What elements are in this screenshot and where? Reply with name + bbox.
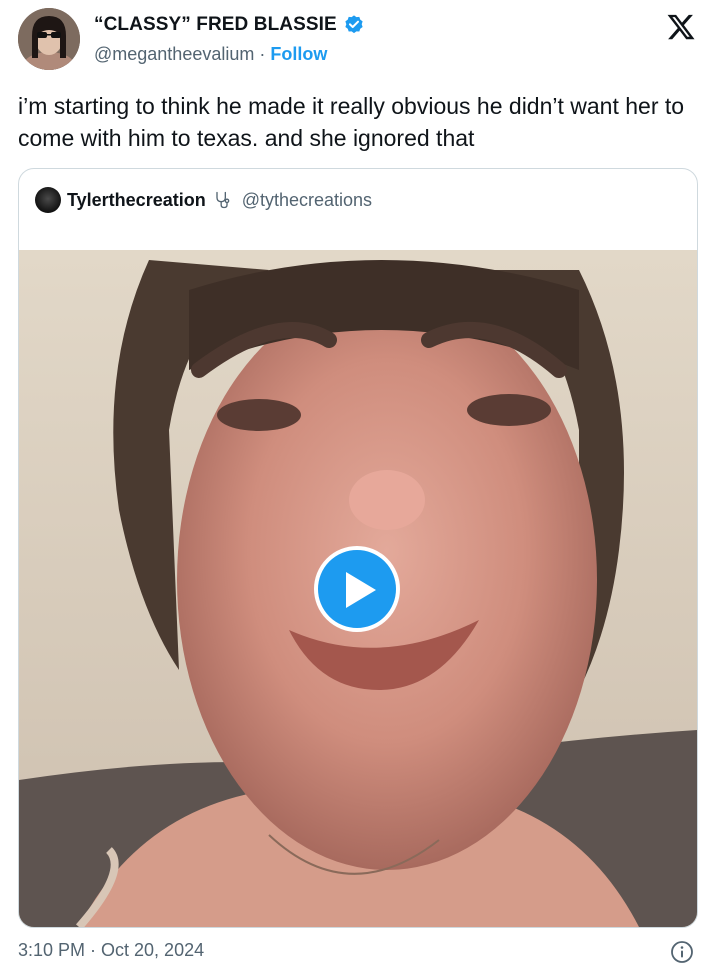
tweet-timestamp[interactable]: 3:10 PM · Oct 20, 2024 (18, 940, 204, 961)
author-handle[interactable]: @megantheevalium (94, 44, 254, 64)
author-display-name[interactable]: “CLASSY” FRED BLASSIE (94, 14, 337, 36)
play-icon (346, 572, 376, 608)
avatar-photo-icon (18, 8, 80, 70)
handle-separator: · (254, 44, 271, 64)
play-button[interactable] (314, 546, 400, 632)
video-thumbnail[interactable] (19, 250, 697, 927)
author-name-row[interactable]: “CLASSY” FRED BLASSIE (94, 14, 365, 36)
quoted-author-name[interactable]: Tylerthecreation (67, 190, 206, 211)
x-logo-icon[interactable] (666, 12, 696, 42)
stethoscope-icon (216, 191, 230, 209)
follow-button[interactable]: Follow (270, 44, 327, 64)
quoted-tweet-header: Tylerthecreation @tythecreations (35, 187, 372, 213)
quoted-author-handle[interactable]: @tythecreations (242, 190, 372, 211)
tweet-text: i’m starting to think he made it really … (18, 93, 685, 151)
tweet-embed-card: “CLASSY” FRED BLASSIE @megantheevalium ·… (0, 0, 716, 974)
info-icon[interactable] (670, 940, 694, 964)
verified-badge-icon (345, 15, 363, 34)
quoted-tweet[interactable]: Tylerthecreation @tythecreations (18, 168, 698, 928)
quoted-author-avatar[interactable] (35, 187, 61, 213)
author-avatar[interactable] (18, 8, 80, 70)
author-handle-row: @megantheevalium · Follow (94, 44, 327, 65)
